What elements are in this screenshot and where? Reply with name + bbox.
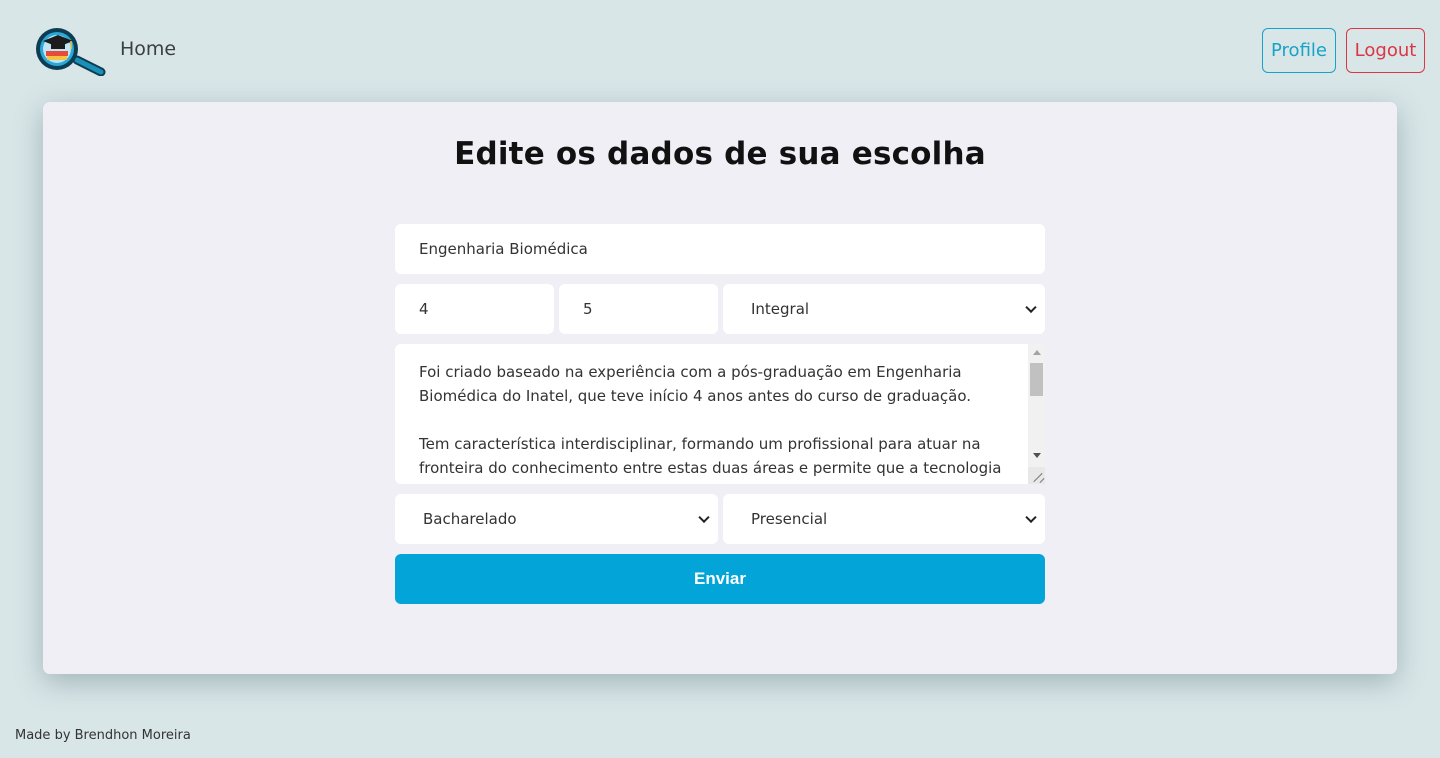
profile-button[interactable]: Profile <box>1262 28 1336 73</box>
semesters-value: 5 <box>583 300 593 318</box>
submit-button[interactable]: Enviar <box>395 554 1045 604</box>
home-link[interactable]: Home <box>120 38 176 60</box>
scrollbar-thumb[interactable] <box>1030 363 1043 396</box>
modality-select[interactable]: Presencial <box>723 494 1045 544</box>
semesters-input[interactable]: 5 <box>559 284 718 334</box>
chevron-down-icon <box>1025 301 1037 314</box>
scroll-up-arrow-icon[interactable] <box>1033 350 1041 355</box>
navbar: Home Profile Logout <box>0 0 1440 100</box>
course-name-input[interactable]: Engenharia Biomédica <box>395 224 1045 274</box>
description-text: Foi criado baseado na experiência com a … <box>419 363 1002 484</box>
chevron-down-icon <box>1025 511 1037 524</box>
years-value: 4 <box>419 300 429 318</box>
degree-select[interactable]: Bacharelado <box>395 494 718 544</box>
logout-button[interactable]: Logout <box>1346 28 1425 73</box>
chevron-down-icon <box>698 511 710 524</box>
period-value: Integral <box>751 300 810 318</box>
degree-value: Bacharelado <box>423 510 517 528</box>
modality-value: Presencial <box>751 510 828 528</box>
course-name-value: Engenharia Biomédica <box>419 240 588 258</box>
edit-course-card: Edite os dados de sua escolha Engenharia… <box>43 102 1397 674</box>
textarea-scrollbar[interactable] <box>1028 344 1045 484</box>
footer-credit: Made by Brendhon Moreira <box>15 728 191 743</box>
description-textarea[interactable]: Foi criado baseado na experiência com a … <box>395 344 1045 484</box>
resize-handle-icon[interactable] <box>1028 467 1045 484</box>
page-title: Edite os dados de sua escolha <box>454 136 986 172</box>
graduation-cap-magnifier-icon[interactable] <box>33 26 107 77</box>
period-select[interactable]: Integral <box>723 284 1045 334</box>
years-input[interactable]: 4 <box>395 284 554 334</box>
scroll-down-arrow-icon[interactable] <box>1033 453 1041 458</box>
